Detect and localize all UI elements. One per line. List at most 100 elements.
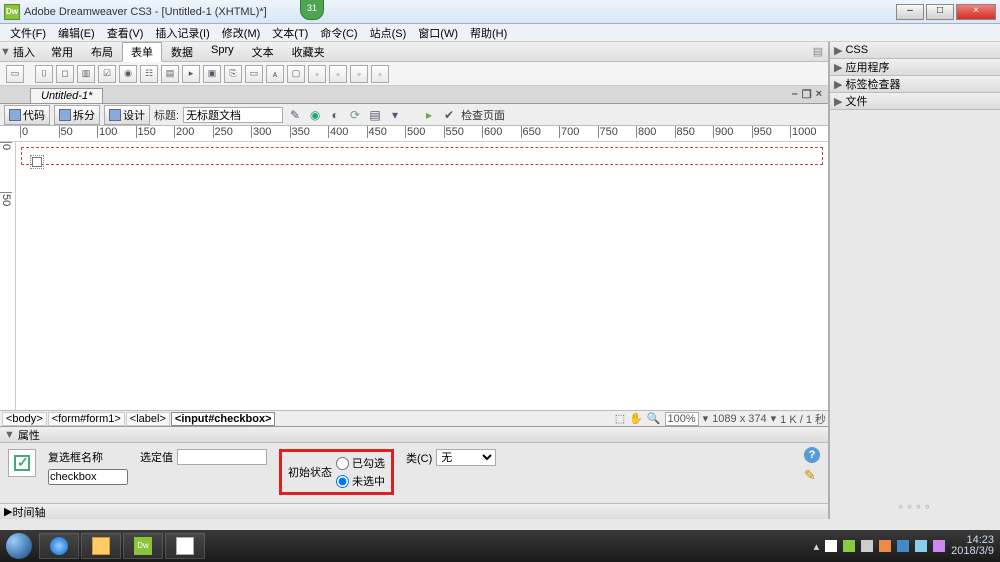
menu-text[interactable]: 文本(T) [266, 25, 314, 41]
doc-restore-icon[interactable]: ❐ [802, 88, 812, 101]
tray-network-icon[interactable] [843, 540, 855, 552]
split-view-button[interactable]: 拆分 [54, 105, 100, 125]
panel-tag-inspector[interactable]: ▶标签检查器 [830, 76, 1000, 92]
options-icon[interactable]: ▾ [387, 107, 403, 123]
list-icon[interactable]: ▤ [161, 65, 179, 83]
title-input[interactable] [183, 107, 283, 123]
timeline-expand-icon[interactable]: ▶ [4, 505, 12, 518]
tray-shield-icon[interactable] [879, 540, 891, 552]
tray-app1-icon[interactable] [897, 540, 909, 552]
check-page-label[interactable]: 检查页面 [461, 107, 505, 123]
insert-tab-fav[interactable]: 收藏夹 [283, 42, 334, 62]
radiogroup-icon[interactable]: ☷ [140, 65, 158, 83]
crumb-form[interactable]: <form#form1> [48, 412, 125, 426]
shield-badge[interactable]: 31 [300, 0, 324, 20]
doc-close-icon[interactable]: × [816, 88, 822, 101]
tray-app3-icon[interactable] [933, 540, 945, 552]
insert-tab-layout[interactable]: 布局 [82, 42, 122, 62]
tray-app2-icon[interactable] [915, 540, 927, 552]
insert-options-icon[interactable]: ▤ [808, 45, 828, 58]
insert-tab-form[interactable]: 表单 [122, 42, 162, 62]
pointer-tool-icon[interactable]: ⬚ [615, 412, 625, 425]
insert-tab-spry[interactable]: Spry [202, 42, 243, 62]
quick-tag-icon[interactable]: ✎ [804, 467, 820, 483]
spry-check-icon[interactable]: ▫ [350, 65, 368, 83]
panel-files[interactable]: ▶文件 [830, 93, 1000, 109]
menu-modify[interactable]: 修改(M) [216, 25, 267, 41]
image-field-icon[interactable]: ▣ [203, 65, 221, 83]
file-mgmt-icon[interactable]: ▤ [367, 107, 383, 123]
zoom-tool-icon[interactable]: 🔍 [647, 412, 661, 425]
spry-select-icon[interactable]: ▫ [371, 65, 389, 83]
zoom-value[interactable]: 100% [665, 412, 699, 426]
close-button[interactable]: × [956, 4, 996, 20]
preview-icon[interactable]: ◐ [327, 107, 343, 123]
help-icon[interactable]: ? [804, 447, 820, 463]
textarea-icon[interactable]: ▥ [77, 65, 95, 83]
panel-grip-icon[interactable]: ∘∘∘∘ [830, 494, 1000, 519]
utility-icon[interactable]: ✎ [287, 107, 303, 123]
timeline-panel[interactable]: ▶ 时间轴 [0, 503, 828, 519]
insert-collapse-icon[interactable]: ▼ [0, 46, 10, 58]
checkbox-icon[interactable]: ☑ [98, 65, 116, 83]
crumb-label[interactable]: <label> [126, 412, 170, 426]
globe-icon[interactable]: ◉ [307, 107, 323, 123]
prop-collapse-icon[interactable]: ▼ [4, 429, 15, 441]
design-view-button[interactable]: 设计 [104, 105, 150, 125]
code-view-button[interactable]: 代码 [4, 105, 50, 125]
start-button[interactable] [0, 530, 38, 562]
task-ie[interactable] [39, 533, 79, 559]
radio-unchecked[interactable]: 未选中 [336, 473, 385, 489]
tray-volume-icon[interactable] [861, 540, 873, 552]
spry-area-icon[interactable]: ▫ [329, 65, 347, 83]
menu-help[interactable]: 帮助(H) [464, 25, 513, 41]
name-input[interactable] [48, 469, 128, 485]
hidden-icon[interactable]: ◻ [56, 65, 74, 83]
insert-tab-data[interactable]: 数据 [162, 42, 202, 62]
minimize-button[interactable]: – [896, 4, 924, 20]
crumb-body[interactable]: <body> [2, 412, 47, 426]
document-toolbar: 代码 拆分 设计 标题: ✎ ◉ ◐ ⟳ ▤ ▾ ▸ ✔ 检查页面 [0, 104, 828, 126]
maximize-button[interactable]: □ [926, 4, 954, 20]
radio-icon[interactable]: ◉ [119, 65, 137, 83]
crumb-input[interactable]: <input#checkbox> [171, 412, 276, 426]
document-tab[interactable]: Untitled-1* [30, 88, 103, 103]
fieldset-icon[interactable]: ▢ [287, 65, 305, 83]
taskbar-clock[interactable]: 14:23 2018/3/9 [951, 535, 994, 557]
menu-commands[interactable]: 命令(C) [314, 25, 363, 41]
doc-minimize-icon[interactable]: – [792, 88, 798, 101]
task-dreamweaver[interactable]: Dw [123, 533, 163, 559]
class-select[interactable]: 无 [436, 449, 496, 466]
tray-flag-icon[interactable] [825, 540, 837, 552]
textfield-icon[interactable]: ⌷ [35, 65, 53, 83]
task-explorer[interactable] [81, 533, 121, 559]
file-field-icon[interactable]: ⎘ [224, 65, 242, 83]
radio-checked[interactable]: 已勾选 [336, 455, 385, 471]
menu-file[interactable]: 文件(F) [4, 25, 52, 41]
panel-css[interactable]: ▶CSS [830, 42, 1000, 58]
menu-window[interactable]: 窗口(W) [412, 25, 464, 41]
panel-application[interactable]: ▶应用程序 [830, 59, 1000, 75]
validate-icon[interactable]: ✔ [441, 107, 457, 123]
spry-text-icon[interactable]: ▫ [308, 65, 326, 83]
design-canvas[interactable] [16, 142, 828, 410]
insert-tab-text[interactable]: 文本 [243, 42, 283, 62]
checkbox-widget[interactable] [30, 155, 44, 169]
hand-tool-icon[interactable]: ✋ [629, 412, 643, 425]
form-outline[interactable] [21, 147, 823, 165]
label-icon[interactable]: ᴀ [266, 65, 284, 83]
button-icon[interactable]: ▭ [245, 65, 263, 83]
insert-tab-common[interactable]: 常用 [42, 42, 82, 62]
menu-edit[interactable]: 编辑(E) [52, 25, 101, 41]
form-icon[interactable]: ▭ [6, 65, 24, 83]
jump-icon[interactable]: ▸ [182, 65, 200, 83]
menu-site[interactable]: 站点(S) [364, 25, 413, 41]
menu-insert[interactable]: 插入记录(I) [149, 25, 215, 41]
value-input[interactable] [177, 449, 267, 465]
task-paint[interactable] [165, 533, 205, 559]
refresh-icon[interactable]: ⟳ [347, 107, 363, 123]
tray-arrow-icon[interactable]: ▴ [814, 540, 820, 553]
menu-view[interactable]: 查看(V) [101, 25, 150, 41]
window-size[interactable]: 1089 x 374 [712, 413, 766, 425]
visualize-icon[interactable]: ▸ [421, 107, 437, 123]
